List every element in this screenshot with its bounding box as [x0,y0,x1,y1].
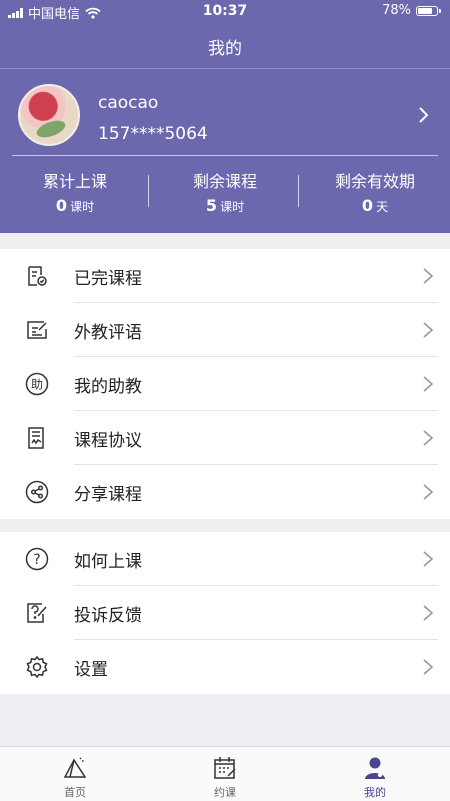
help-icon: ? [25,547,49,571]
stat-unit: 课时 [220,200,245,214]
stat-value: 0 [361,196,374,215]
menu-group-courses: 已完课程 外教评语 助 我的助教 课程协议 分享课程 [0,249,450,519]
menu-label: 设置 [74,660,108,680]
menu-label: 课程协议 [74,431,142,451]
chevron-right-icon [423,430,434,446]
menu-item-how-to-attend[interactable]: ? 如何上课 [0,532,450,586]
svg-text:助: 助 [31,378,43,392]
username: caocao [98,93,159,113]
battery-icon [416,5,441,16]
assistant-icon: 助 [25,372,49,396]
menu-item-settings[interactable]: 设置 [0,640,450,694]
menu-item-completed-courses[interactable]: 已完课程 [0,249,450,303]
chevron-right-icon [423,659,434,675]
menu-label: 如何上课 [74,552,142,572]
stat-total-classes: 累计上课 0 课时 [0,168,150,215]
menu-label: 外教评语 [74,323,142,343]
avatar[interactable] [18,84,80,146]
profile-chevron-icon[interactable] [414,104,432,126]
chevron-right-icon [423,484,434,500]
tab-label: 约课 [214,786,236,799]
chevron-right-icon [423,605,434,621]
stat-divider [148,175,149,207]
chevron-right-icon [423,322,434,338]
menu-item-share-course[interactable]: 分享课程 [0,465,450,519]
menu-label: 已完课程 [74,269,142,289]
tab-my[interactable]: 我的 [300,747,450,801]
settings-icon [26,655,48,679]
tab-home[interactable]: 首页 [0,747,150,801]
tab-label: 我的 [364,786,386,799]
calendar-icon [214,757,236,779]
tab-bar: 首页 约课 我的 [0,746,450,801]
profile-icon [365,757,385,779]
profile-header: 中国电信 10:37 78% 我的 caocao 157****5064 累计上… [0,0,450,233]
chevron-right-icon [423,268,434,284]
tab-label: 首页 [64,786,86,799]
chevron-right-icon [423,376,434,392]
stat-remaining-validity: 剩余有效期 0天 [300,168,450,215]
phone-number: 157****5064 [98,124,208,144]
stat-unit: 天 [376,200,389,214]
stat-label: 剩余有效期 [334,172,415,191]
nav-divider [0,68,450,69]
menu-item-feedback[interactable]: 投诉反馈 [0,586,450,640]
page-title: 我的 [208,39,242,59]
menu-label: 分享课程 [74,485,142,505]
agreement-icon [28,427,44,449]
stat-label: 剩余课程 [192,172,257,191]
battery-percent: 78% [382,3,411,18]
header-divider [12,155,438,156]
completed-course-icon [28,266,47,286]
stat-divider [298,175,299,207]
teacher-comment-icon [27,321,47,339]
stat-value: 0 [55,196,68,215]
menu-item-my-assistant[interactable]: 助 我的助教 [0,357,450,411]
menu-item-course-agreement[interactable]: 课程协议 [0,411,450,465]
status-bar: 中国电信 10:37 78% [0,0,450,22]
tab-booking[interactable]: 约课 [150,747,300,801]
chevron-right-icon [423,551,434,567]
menu-group-support: ? 如何上课 投诉反馈 设置 [0,532,450,694]
stat-label: 累计上课 [42,172,107,191]
stat-value: 5 [205,196,218,215]
share-icon [25,480,49,504]
feedback-icon [27,603,47,623]
svg-text:?: ? [33,552,40,568]
stat-unit: 课时 [70,200,95,214]
home-icon [63,757,87,778]
menu-label: 投诉反馈 [74,606,142,626]
menu-item-teacher-comments[interactable]: 外教评语 [0,303,450,357]
menu-label: 我的助教 [74,377,142,397]
stat-remaining-courses: 剩余课程 5 课时 [150,168,300,215]
